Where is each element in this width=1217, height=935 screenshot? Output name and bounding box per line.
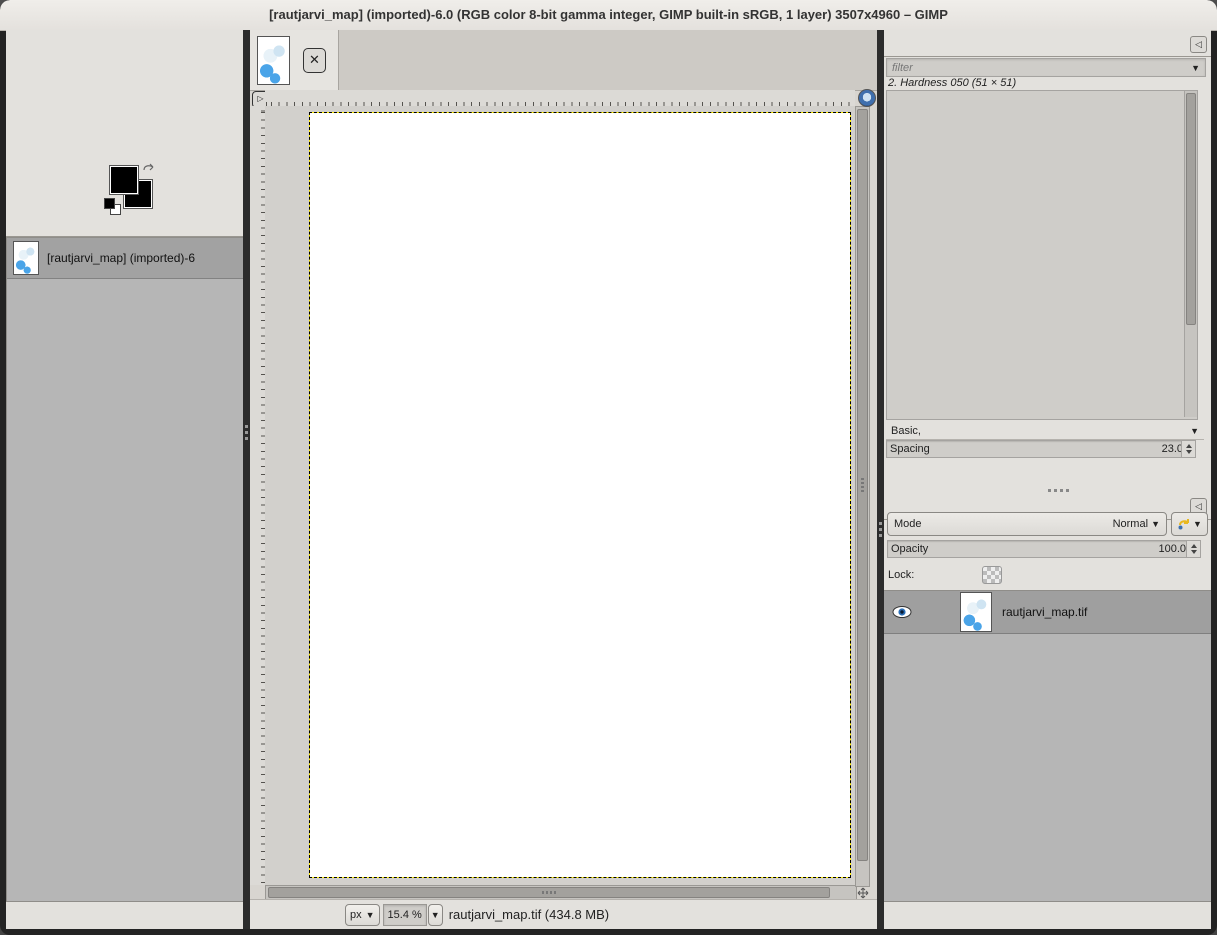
layer-list[interactable]: rautjarvi_map.tif	[884, 590, 1211, 902]
layer-boundary	[309, 112, 851, 878]
brush-filter-placeholder: filter	[892, 62, 913, 74]
selected-brush-caption: 2. Hardness 050 (51 × 51)	[888, 77, 1016, 89]
lock-row: Lock:	[888, 564, 1002, 586]
layer-mode-select[interactable]: Mode Normal ▼	[887, 512, 1167, 536]
dock-right: ◁ filter ▼ 2. Hardness 050 (51 × 51) Bas…	[884, 30, 1211, 929]
lock-alpha-button[interactable]	[982, 566, 1002, 584]
canvas-viewport[interactable]	[265, 106, 855, 885]
lock-position-button[interactable]	[952, 565, 974, 585]
image-tab-close-icon[interactable]: ✕	[303, 48, 326, 73]
layer-thumbnail	[960, 592, 992, 632]
vertical-ruler[interactable]	[250, 106, 266, 885]
left-panel-splitter[interactable]	[243, 30, 250, 929]
brush-grid-area	[886, 90, 1198, 420]
images-footer-buttons	[6, 899, 243, 929]
brush-group-select[interactable]: Basic,▼	[886, 422, 1204, 440]
image-list-item[interactable]: [rautjarvi_map] (imported)-6	[7, 238, 244, 279]
zoom-select-chevron[interactable]: ▼	[428, 904, 443, 926]
images-list[interactable]: [rautjarvi_map] (imported)-6	[6, 237, 245, 902]
zoom-value[interactable]: 15.4 %	[383, 904, 427, 926]
brushes-dock-tabs	[884, 32, 1211, 57]
layer-mode-reset-button[interactable]: ▼	[1171, 512, 1208, 536]
default-colors-icon[interactable]	[104, 198, 115, 209]
status-bar: px▼ 15.4 % ▼ rautjarvi_map.tif (434.8 MB…	[250, 899, 877, 929]
horizontal-ruler[interactable]	[265, 90, 855, 107]
layers-footer-buttons	[884, 899, 1211, 929]
brush-spacing-stepper[interactable]	[1181, 440, 1196, 458]
chevron-down-icon[interactable]: ▼	[1191, 63, 1200, 73]
color-swatches[interactable]	[104, 162, 164, 214]
brush-spacing-slider[interactable]: Spacing23.0	[886, 440, 1187, 458]
left-dock-tabs	[6, 212, 243, 237]
image-tab-thumbnail	[257, 36, 290, 85]
vertical-scrollbar[interactable]	[855, 106, 870, 887]
layer-opacity-slider[interactable]: Opacity100.0	[887, 540, 1190, 558]
image-list-item-label: [rautjarvi_map] (imported)-6	[47, 251, 195, 265]
unit-select[interactable]: px▼	[345, 904, 380, 926]
map-image[interactable]	[309, 112, 851, 878]
window-title: [rautjarvi_map] (imported)-6.0 (RGB colo…	[0, 7, 1217, 22]
gimp-window: [rautjarvi_map] (imported)-6.0 (RGB colo…	[0, 0, 1217, 935]
horizontal-scrollbar[interactable]	[265, 885, 857, 900]
layer-row[interactable]: rautjarvi_map.tif	[884, 591, 1211, 634]
layer-opacity-stepper[interactable]	[1186, 540, 1201, 558]
swap-colors-icon[interactable]	[142, 162, 156, 174]
image-tab-strip: ✕	[250, 30, 877, 91]
right-panel-splitter[interactable]	[877, 30, 884, 929]
layer-name: rautjarvi_map.tif	[1002, 605, 1087, 619]
lock-pixels-button[interactable]	[922, 565, 944, 585]
image-tab[interactable]: ✕	[250, 30, 339, 90]
navigation-preview-button[interactable]	[856, 887, 870, 899]
title-bar[interactable]: [rautjarvi_map] (imported)-6.0 (RGB colo…	[0, 0, 1217, 31]
toolbox-panel: [rautjarvi_map] (imported)-6	[6, 30, 243, 929]
zoom-follow-window-toggle[interactable]	[858, 89, 876, 107]
layer-visibility-eye-icon[interactable]	[892, 605, 912, 619]
brush-filter-input[interactable]: filter ▼	[886, 58, 1206, 77]
foreground-color-swatch[interactable]	[110, 166, 138, 194]
reset-icon	[1177, 517, 1191, 531]
brush-action-buttons	[886, 462, 1194, 488]
status-text: rautjarvi_map.tif (434.8 MB)	[449, 907, 609, 922]
canvas-area: ✕ ▷ px▼ 15.4 % ▼ rautjarvi_map.tif (434.…	[250, 30, 877, 929]
lock-label: Lock:	[888, 569, 914, 581]
brushes-tab-menu-button[interactable]: ◁	[1190, 36, 1207, 53]
brush-grid-scrollbar[interactable]	[1184, 91, 1197, 417]
